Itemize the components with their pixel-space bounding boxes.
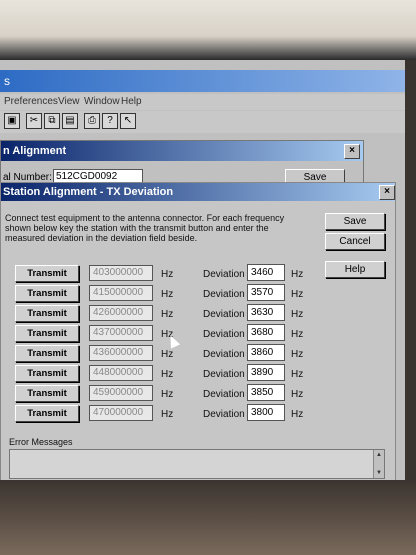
deviation-input[interactable]: 3800: [247, 404, 285, 421]
context-help-icon[interactable]: ↖: [120, 113, 136, 129]
app-title: s: [4, 74, 10, 88]
frequency-field: 415000000: [89, 285, 153, 301]
menu-help[interactable]: Help: [121, 96, 142, 107]
deviation-label: Deviation: [203, 389, 245, 400]
hz-label: Hz: [161, 349, 174, 360]
dialog-title-bar: Station Alignment - TX Deviation ×: [1, 183, 395, 201]
deviation-input[interactable]: 3850: [247, 384, 285, 401]
frequency-row: Transmit 437000000 Hz Deviation 3680 Hz: [15, 324, 315, 343]
hz-label: Hz: [291, 309, 304, 320]
app-title-bar: s: [0, 70, 405, 92]
deviation-input[interactable]: 3890: [247, 364, 285, 381]
transmit-button[interactable]: Transmit: [15, 345, 79, 362]
background-dialog: n Alignment × al Number: 512CGD0092 Save: [0, 140, 364, 187]
transmit-button[interactable]: Transmit: [15, 285, 79, 302]
background-dialog-title-bar: n Alignment ×: [1, 141, 363, 161]
menu-preferences[interactable]: Preferences: [4, 96, 58, 107]
scroll-up-icon[interactable]: ▲: [375, 451, 383, 459]
frequency-field: 403000000: [89, 265, 153, 281]
close-icon[interactable]: ×: [344, 144, 360, 159]
deviation-input[interactable]: 3460: [247, 264, 285, 281]
deviation-label: Deviation: [203, 409, 245, 420]
error-scrollbar[interactable]: ▲ ▼: [373, 450, 384, 478]
deviation-label: Deviation: [203, 289, 245, 300]
hz-label: Hz: [161, 369, 174, 380]
photo-background-top: [0, 0, 416, 60]
transmit-button[interactable]: Transmit: [15, 405, 79, 422]
menu-view[interactable]: View: [58, 96, 80, 107]
save-button[interactable]: Save: [325, 213, 385, 230]
deviation-input[interactable]: 3680: [247, 324, 285, 341]
cancel-button[interactable]: Cancel: [325, 233, 385, 250]
menu-bar: Preferences View Window Help: [0, 94, 405, 110]
frequency-field: 436000000: [89, 345, 153, 361]
deviation-label: Deviation: [203, 349, 245, 360]
frequency-field: 426000000: [89, 305, 153, 321]
menu-window[interactable]: Window: [84, 96, 120, 107]
deviation-input[interactable]: 3630: [247, 304, 285, 321]
hz-label: Hz: [291, 369, 304, 380]
copy-icon[interactable]: ⧉: [44, 113, 60, 129]
deviation-label: Deviation: [203, 309, 245, 320]
transmit-button[interactable]: Transmit: [15, 385, 79, 402]
hz-label: Hz: [291, 329, 304, 340]
deviation-label: Deviation: [203, 329, 245, 340]
hz-label: Hz: [291, 389, 304, 400]
deviation-label: Deviation: [203, 269, 245, 280]
frequency-field: 470000000: [89, 405, 153, 421]
transmit-button[interactable]: Transmit: [15, 365, 79, 382]
frequency-row: Transmit 403000000 Hz Deviation 3460 Hz: [15, 264, 315, 283]
transmit-button[interactable]: Transmit: [15, 305, 79, 322]
photo-background-bottom: [0, 480, 416, 555]
hz-label: Hz: [161, 409, 174, 420]
paste-icon[interactable]: ▤: [62, 113, 78, 129]
error-messages-box[interactable]: ▲ ▼: [9, 449, 385, 479]
transmit-button[interactable]: Transmit: [15, 325, 79, 342]
instructions-text: Connect test equipment to the antenna co…: [5, 213, 285, 243]
tx-deviation-dialog: Station Alignment - TX Deviation × Conne…: [0, 182, 396, 482]
dialog-title: Station Alignment - TX Deviation: [3, 186, 174, 198]
frequency-field: 459000000: [89, 385, 153, 401]
deviation-input[interactable]: 3860: [247, 344, 285, 361]
help-icon[interactable]: ?: [102, 113, 118, 129]
toolbar: ▣ ✂ ⧉ ▤ ⎙ ? ↖: [0, 111, 405, 133]
hz-label: Hz: [161, 289, 174, 300]
transmit-button[interactable]: Transmit: [15, 265, 79, 282]
deviation-label: Deviation: [203, 369, 245, 380]
scroll-down-icon[interactable]: ▼: [375, 469, 383, 477]
save-icon[interactable]: ▣: [4, 113, 20, 129]
frequency-field: 448000000: [89, 365, 153, 381]
print-icon[interactable]: ⎙: [84, 113, 100, 129]
frequency-row: Transmit 459000000 Hz Deviation 3850 Hz: [15, 384, 315, 403]
deviation-input[interactable]: 3570: [247, 284, 285, 301]
cut-icon[interactable]: ✂: [26, 113, 42, 129]
hz-label: Hz: [161, 269, 174, 280]
hz-label: Hz: [291, 349, 304, 360]
close-icon[interactable]: ×: [379, 185, 395, 200]
help-button[interactable]: Help: [325, 261, 385, 278]
hz-label: Hz: [291, 269, 304, 280]
frequency-row: Transmit 470000000 Hz Deviation 3800 Hz: [15, 404, 315, 423]
hz-label: Hz: [161, 309, 174, 320]
hz-label: Hz: [291, 409, 304, 420]
frequency-row: Transmit 426000000 Hz Deviation 3630 Hz: [15, 304, 315, 323]
error-messages-label: Error Messages: [9, 437, 73, 447]
frequency-row: Transmit 448000000 Hz Deviation 3890 Hz: [15, 364, 315, 383]
hz-label: Hz: [291, 289, 304, 300]
background-dialog-title: n Alignment: [3, 145, 67, 157]
hz-label: Hz: [161, 389, 174, 400]
frequency-row: Transmit 415000000 Hz Deviation 3570 Hz: [15, 284, 315, 303]
frequency-row: Transmit 436000000 Hz Deviation 3860 Hz: [15, 344, 315, 363]
frequency-field: 437000000: [89, 325, 153, 341]
